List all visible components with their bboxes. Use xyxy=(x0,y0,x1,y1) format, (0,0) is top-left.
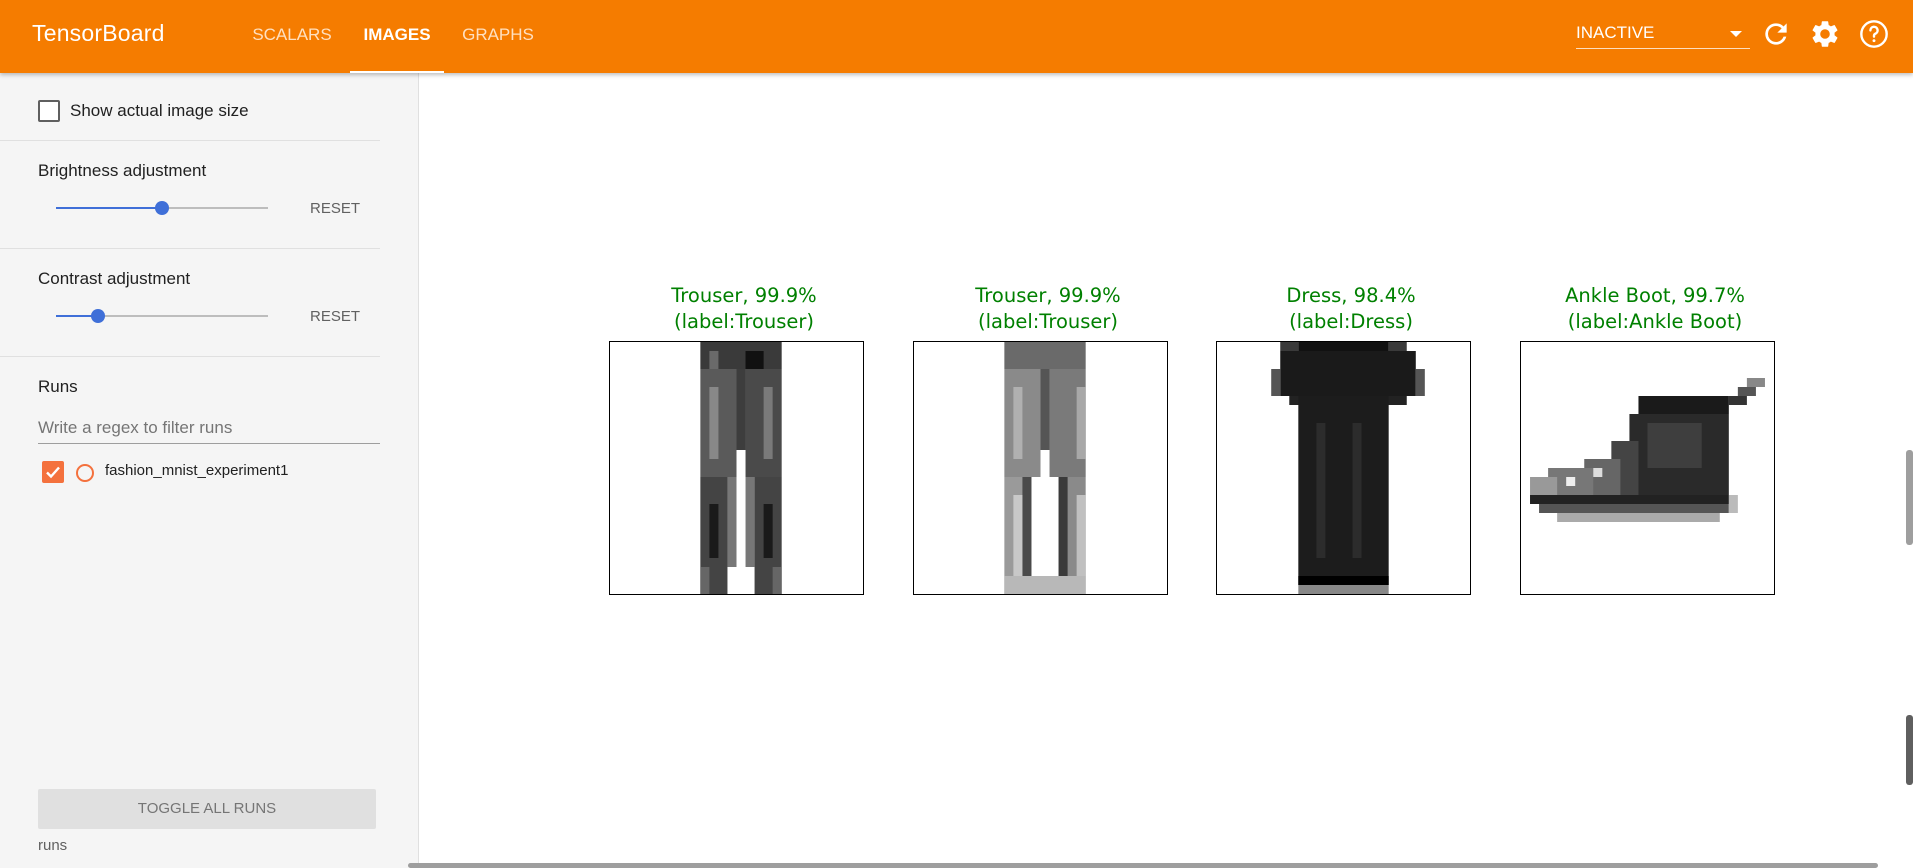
image-card: Dress, 98.4% (label:Dress) xyxy=(1216,283,1486,603)
fashion-image[interactable] xyxy=(1520,341,1775,595)
top-app-bar: TensorBoard SCALARS IMAGES GRAPHS INACTI… xyxy=(0,0,1913,73)
brightness-slider[interactable] xyxy=(56,198,268,218)
divider xyxy=(0,248,380,249)
prediction-text: Dress, 98.4% xyxy=(1286,284,1416,307)
sidebar: Show actual image size Brightness adjust… xyxy=(0,73,419,868)
image-card: Ankle Boot, 99.7% (label:Ankle Boot) xyxy=(1520,283,1790,603)
run-name[interactable]: fashion_mnist_experiment1 xyxy=(105,462,288,479)
checkmark-icon xyxy=(46,466,60,479)
help-icon[interactable] xyxy=(1858,18,1890,50)
run-filter-input[interactable] xyxy=(38,413,380,444)
status-select-value: INACTIVE xyxy=(1576,23,1655,42)
horizontal-scrollbar[interactable] xyxy=(408,863,1878,868)
run-checkbox[interactable] xyxy=(42,461,64,483)
prediction-text: Trouser, 99.9% xyxy=(975,284,1121,307)
slider-knob[interactable] xyxy=(91,309,106,323)
fashion-image[interactable] xyxy=(609,341,864,595)
settings-icon[interactable] xyxy=(1809,18,1841,50)
image-caption: Trouser, 99.9% (label:Trouser) xyxy=(609,283,879,335)
runs-title: Runs xyxy=(38,377,78,396)
contrast-slider[interactable] xyxy=(56,306,268,326)
toggle-all-runs-button[interactable]: TOGGLE ALL RUNS xyxy=(38,789,376,829)
chevron-down-icon xyxy=(1730,31,1742,37)
vertical-scrollbar[interactable] xyxy=(1906,450,1913,545)
ankle-boot-image xyxy=(1530,378,1765,522)
label-text: (label:Trouser) xyxy=(977,310,1119,333)
label-text: (label:Ankle Boot) xyxy=(1567,310,1743,333)
image-caption: Ankle Boot, 99.7% (label:Ankle Boot) xyxy=(1520,283,1790,335)
divider xyxy=(0,140,380,141)
image-caption: Dress, 98.4% (label:Dress) xyxy=(1216,283,1486,335)
slider-knob[interactable] xyxy=(155,201,169,215)
app-title[interactable]: TensorBoard xyxy=(32,20,165,47)
show-actual-size-checkbox[interactable] xyxy=(38,100,60,122)
image-caption: Trouser, 99.9% (label:Trouser) xyxy=(913,283,1183,335)
tab-scalars[interactable]: SCALARS xyxy=(246,0,338,73)
images-dashboard: Trouser, 99.9% (label:Trouser) Trouser, … xyxy=(419,73,1913,868)
status-select[interactable]: INACTIVE xyxy=(1576,18,1750,49)
image-card: Trouser, 99.9% (label:Trouser) xyxy=(609,283,879,603)
trouser-image xyxy=(700,342,782,594)
trouser-image xyxy=(1004,342,1086,594)
brightness-label: Brightness adjustment xyxy=(38,161,207,180)
refresh-icon[interactable] xyxy=(1760,18,1792,50)
fashion-image[interactable] xyxy=(1216,341,1471,595)
contrast-label: Contrast adjustment xyxy=(38,269,191,288)
label-text: (label:Trouser) xyxy=(673,310,815,333)
slider-fill xyxy=(56,207,162,209)
contrast-reset-button[interactable]: RESET xyxy=(310,308,360,325)
fashion-image[interactable] xyxy=(913,341,1168,595)
prediction-text: Trouser, 99.9% xyxy=(671,284,817,307)
run-color-swatch[interactable] xyxy=(76,464,94,482)
dress-image xyxy=(1271,342,1425,594)
tab-images[interactable]: IMAGES xyxy=(350,0,444,73)
runs-footer: runs xyxy=(38,837,68,854)
tab-graphs[interactable]: GRAPHS xyxy=(456,0,540,73)
prediction-text: Ankle Boot, 99.7% xyxy=(1565,284,1745,307)
brightness-reset-button[interactable]: RESET xyxy=(310,200,360,217)
vertical-scrollbar-thumb[interactable] xyxy=(1906,715,1913,785)
show-actual-size-label[interactable]: Show actual image size xyxy=(70,101,249,121)
divider xyxy=(0,356,380,357)
label-text: (label:Dress) xyxy=(1289,310,1413,333)
image-card: Trouser, 99.9% (label:Trouser) xyxy=(913,283,1183,603)
